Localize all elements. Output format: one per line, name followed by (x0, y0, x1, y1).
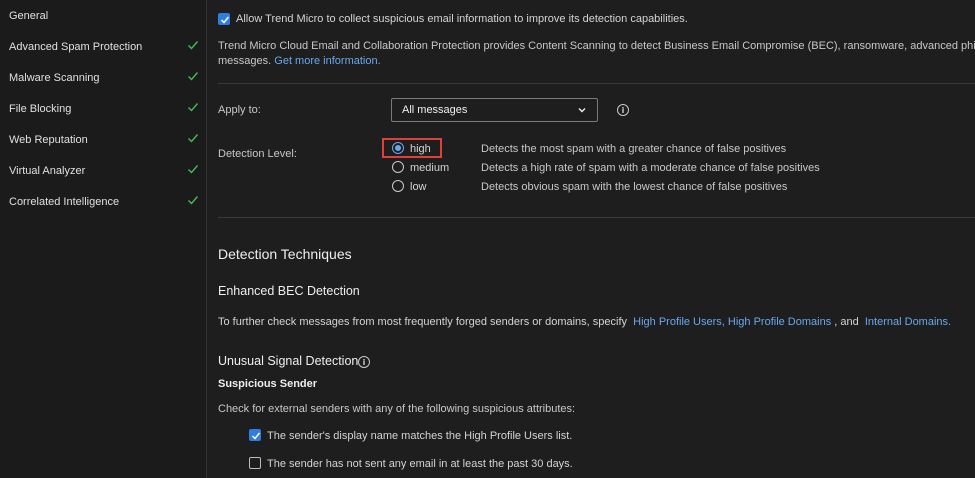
info-icon[interactable]: i (358, 356, 370, 368)
display-name-label: The sender's display name matches the Hi… (267, 430, 573, 442)
collect-info-label: Allow Trend Micro to collect suspicious … (236, 13, 688, 25)
checkmark-icon (220, 16, 230, 24)
sidebar: General Advanced Spam Protection Malware… (0, 0, 207, 478)
sidebar-item-web-reputation[interactable]: Web Reputation (0, 130, 207, 150)
bec-and: , and (834, 316, 859, 328)
sidebar-item-advanced-spam-protection[interactable]: Advanced Spam Protection (0, 37, 207, 57)
sidebar-item-label: Web Reputation (9, 134, 88, 146)
suspicious-sender-heading: Suspicious Sender (218, 378, 318, 390)
bec-text: To further check messages from most freq… (218, 316, 951, 328)
checkmark-icon (188, 165, 199, 174)
sidebar-item-correlated-intelligence[interactable]: Correlated Intelligence (0, 192, 207, 212)
checkmark-icon (188, 103, 199, 112)
radio-low-desc: Detects obvious spam with the lowest cha… (481, 181, 788, 193)
checkmark-icon (188, 196, 199, 205)
sidebar-item-virtual-analyzer[interactable]: Virtual Analyzer (0, 161, 207, 181)
sidebar-item-label: Virtual Analyzer (9, 165, 86, 177)
detection-techniques-heading: Detection Techniques (218, 246, 352, 262)
apply-to-label: Apply to: (218, 104, 261, 116)
bec-description: To further check messages from most freq… (218, 316, 628, 328)
checkmark-icon (188, 72, 199, 81)
main-panel: Allow Trend Micro to collect suspicious … (208, 0, 975, 478)
chevron-down-icon (578, 108, 586, 113)
display-name-checkbox[interactable] (249, 429, 261, 441)
radio-high-desc: Detects the most spam with a greater cha… (481, 143, 787, 155)
radio-high-label: high (410, 143, 431, 155)
sidebar-item-label: Correlated Intelligence (9, 196, 120, 208)
divider (218, 217, 975, 218)
sidebar-item-malware-scanning[interactable]: Malware Scanning (0, 68, 207, 88)
checkmark-icon (251, 432, 261, 440)
detection-level-label: Detection Level: (218, 148, 297, 160)
sidebar-item-general[interactable]: General (0, 6, 207, 26)
radio-medium-desc: Detects a high rate of spam with a moder… (481, 162, 820, 174)
collect-info-checkbox[interactable] (218, 13, 230, 25)
apply-to-value: All messages (402, 104, 468, 116)
apply-to-select[interactable]: All messages (391, 98, 598, 122)
suspicious-sender-text: Check for external senders with any of t… (218, 403, 576, 415)
sidebar-item-label: General (9, 10, 49, 22)
bec-heading: Enhanced BEC Detection (218, 284, 360, 298)
radio-medium-label: medium (410, 162, 450, 174)
sidebar-item-label: Malware Scanning (9, 72, 100, 84)
more-info-link[interactable]: Get more information. (274, 55, 380, 67)
radio-high[interactable] (392, 142, 404, 154)
sidebar-item-file-blocking[interactable]: File Blocking (0, 99, 207, 119)
unusual-signal-heading: Unusual Signal Detection (218, 354, 359, 368)
checkmark-icon (188, 134, 199, 143)
description-text: Trend Micro Cloud Email and Collaboratio… (218, 40, 975, 52)
high-profile-link[interactable]: High Profile Users, High Profile Domains (633, 316, 831, 328)
description-end: messages. (218, 55, 272, 67)
sidebar-item-label: File Blocking (9, 103, 72, 115)
radio-medium[interactable] (392, 161, 404, 173)
sidebar-item-label: Advanced Spam Protection (9, 41, 143, 53)
divider (218, 83, 975, 84)
radio-low[interactable] (392, 180, 404, 192)
no-email-checkbox[interactable] (249, 457, 261, 469)
description-text-line2: messages. Get more information. (218, 55, 381, 67)
radio-low-label: low (410, 181, 427, 193)
checkmark-icon (188, 41, 199, 50)
info-icon[interactable]: i (617, 104, 629, 116)
internal-domains-link[interactable]: Internal Domains. (865, 316, 951, 328)
no-email-label: The sender has not sent any email in at … (267, 458, 573, 470)
